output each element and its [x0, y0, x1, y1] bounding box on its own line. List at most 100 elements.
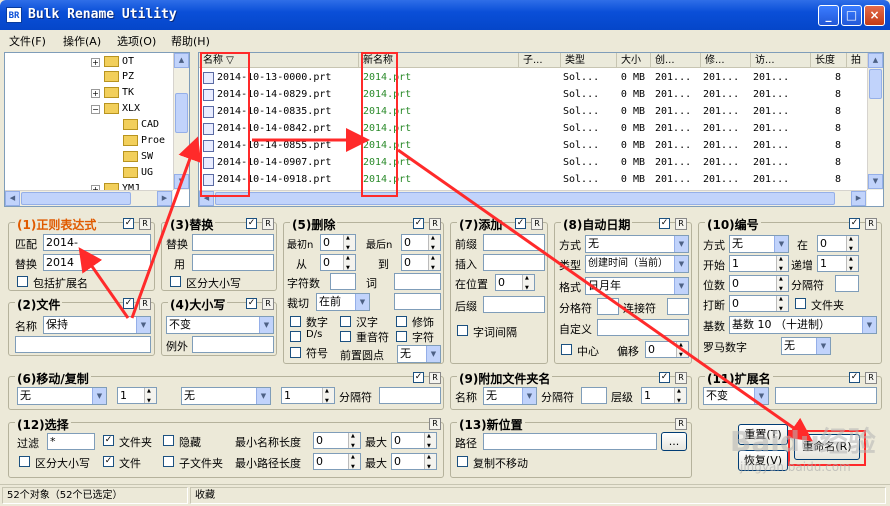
prefix-input[interactable] — [483, 234, 545, 251]
filter-input[interactable]: * — [47, 433, 95, 450]
spinner[interactable] — [846, 236, 858, 251]
folders-checkbox[interactable]: ✓ — [103, 435, 114, 446]
case-reset-button[interactable]: R — [262, 298, 274, 310]
chevron-down-icon[interactable]: ▼ — [674, 278, 688, 294]
table-row[interactable]: 2014-10-14-0829.prt 2014.prt Sol... 0 MB… — [199, 86, 869, 103]
tree-item-cad[interactable]: CAD — [123, 118, 159, 132]
replace-with-input[interactable] — [192, 254, 274, 271]
tree-expander[interactable]: + — [91, 89, 100, 98]
spinner[interactable] — [776, 256, 788, 271]
from-input[interactable]: 0 — [320, 254, 356, 271]
spinner[interactable] — [424, 454, 436, 469]
tree-hscroll[interactable]: ◀ ▶ — [5, 190, 173, 206]
crop-select[interactable]: 在前 ▼ — [316, 293, 370, 311]
maximize-button[interactable]: □ — [841, 5, 862, 26]
folder-sep-input[interactable] — [581, 387, 607, 404]
add-enable-checkbox[interactable]: ✓ — [515, 218, 526, 229]
first-n-input[interactable]: 0 — [320, 234, 356, 251]
spinner[interactable] — [674, 388, 686, 403]
spinner[interactable] — [322, 388, 334, 403]
chevron-down-icon[interactable]: ▼ — [774, 236, 788, 252]
menu-file[interactable]: 文件(F) — [9, 33, 46, 49]
remove-enable-checkbox[interactable]: ✓ — [413, 218, 424, 229]
col-taken[interactable]: 拍 — [847, 53, 869, 68]
case-enable-checkbox[interactable]: ✓ — [246, 298, 257, 309]
lead-dots-select[interactable]: 无 ▼ — [397, 345, 441, 363]
path-input[interactable] — [483, 433, 657, 450]
replace-input[interactable]: 2014 — [43, 254, 151, 271]
col-type[interactable]: 类型 — [561, 53, 617, 68]
words-input[interactable] — [394, 273, 441, 290]
chinese-checkbox[interactable] — [340, 316, 351, 327]
selection-reset-button[interactable]: R — [429, 418, 441, 430]
ext-select[interactable]: 不变 ▼ — [703, 387, 769, 405]
tree-item-ot[interactable]: OT — [104, 55, 134, 69]
spinner[interactable] — [348, 454, 360, 469]
num-roman-select[interactable]: 无 ▼ — [781, 337, 831, 355]
scroll-thumb[interactable] — [215, 192, 835, 205]
col-size[interactable]: 大小 — [617, 53, 651, 68]
scroll-down-icon[interactable]: ▼ — [868, 174, 883, 189]
files-checkbox[interactable]: ✓ — [103, 456, 114, 467]
spinner[interactable] — [776, 276, 788, 291]
chevron-down-icon[interactable]: ▼ — [136, 317, 150, 333]
to-input[interactable]: 0 — [401, 254, 441, 271]
tree-item-proe[interactable]: Proe — [123, 134, 165, 148]
close-button[interactable]: × — [864, 5, 885, 26]
scroll-left-icon[interactable]: ◀ — [199, 191, 214, 206]
add-reset-button[interactable]: R — [531, 218, 543, 230]
scroll-left-icon[interactable]: ◀ — [5, 191, 20, 206]
num-inc-input[interactable]: 1 — [817, 255, 859, 272]
regex-reset-button[interactable]: R — [139, 218, 151, 230]
folder-enable-checkbox[interactable]: ✓ — [659, 372, 670, 383]
list-hscroll[interactable]: ◀ ▶ — [199, 190, 867, 206]
move-select-1[interactable]: 无 ▼ — [17, 387, 107, 405]
except-input[interactable] — [192, 336, 274, 353]
max-path-input[interactable]: 0 — [391, 453, 437, 470]
replace-find-input[interactable] — [192, 234, 274, 251]
replace-case-checkbox[interactable] — [170, 276, 181, 287]
spinner[interactable] — [343, 255, 355, 270]
match-input[interactable]: 2014- — [43, 234, 151, 251]
menu-help[interactable]: 帮助(H) — [171, 33, 210, 49]
table-row[interactable]: 2014-10-14-0907.prt 2014.prt Sol... 0 MB… — [199, 154, 869, 171]
tree-item-xlx[interactable]: XLX — [104, 102, 140, 116]
word-space-checkbox[interactable] — [457, 325, 468, 336]
minimize-button[interactable]: _ — [818, 5, 839, 26]
folder-level-input[interactable]: 1 — [641, 387, 687, 404]
spinner[interactable] — [846, 256, 858, 271]
scroll-thumb[interactable] — [175, 93, 188, 133]
col-accessed[interactable]: 访... — [751, 53, 811, 68]
menu-action[interactable]: 操作(A) — [63, 33, 101, 49]
chevron-down-icon[interactable]: ▼ — [674, 256, 688, 272]
table-row[interactable]: 2014-10-14-0842.prt 2014.prt Sol... 0 MB… — [199, 120, 869, 137]
num-base-select[interactable]: 基数 10 （十进制） ▼ — [729, 316, 877, 334]
col-created[interactable]: 创... — [651, 53, 701, 68]
tree-item-ug[interactable]: UG — [123, 166, 153, 180]
location-reset-button[interactable]: R — [675, 418, 687, 430]
chevron-down-icon[interactable]: ▼ — [426, 346, 440, 362]
num-break-input[interactable]: 0 — [729, 295, 789, 312]
spinner[interactable] — [676, 342, 688, 357]
num-folder-checkbox[interactable] — [795, 298, 806, 309]
date-custom-input[interactable] — [597, 319, 689, 336]
at-pos-input[interactable]: 0 — [495, 274, 535, 291]
spinner[interactable] — [428, 235, 440, 250]
tree-item-pz[interactable]: PZ — [104, 70, 134, 84]
chevron-down-icon[interactable]: ▼ — [256, 388, 270, 404]
date-offset-input[interactable]: 0 — [645, 341, 689, 358]
scroll-up-icon[interactable]: ▲ — [868, 53, 883, 68]
chevron-down-icon[interactable]: ▼ — [522, 388, 536, 404]
spinner[interactable] — [776, 296, 788, 311]
replace-enable-checkbox[interactable]: ✓ — [246, 218, 257, 229]
table-row[interactable]: 2014-10-13-0000.prt 2014.prt Sol... 0 MB… — [199, 69, 869, 86]
num-sep-input[interactable] — [835, 275, 859, 292]
case-select[interactable]: 不变 ▼ — [166, 316, 274, 334]
ext-input[interactable] — [775, 387, 877, 404]
move-reset-button[interactable]: R — [429, 372, 441, 384]
move-sep-input[interactable] — [379, 387, 441, 404]
sel-case-checkbox[interactable] — [19, 456, 30, 467]
numbering-enable-checkbox[interactable]: ✓ — [849, 218, 860, 229]
folder-name-select[interactable]: 无 ▼ — [483, 387, 537, 405]
move-count-2[interactable]: 1 — [281, 387, 335, 404]
